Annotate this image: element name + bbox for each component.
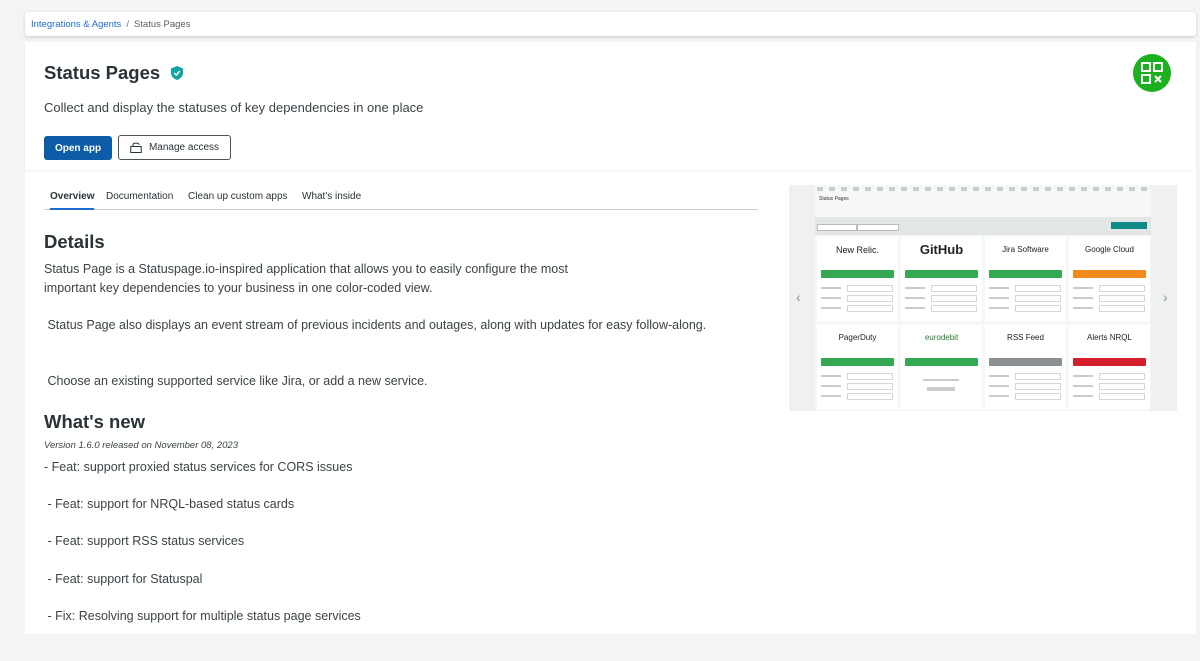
tile-status-pill xyxy=(989,358,1062,366)
page-subtitle: Collect and display the statuses of key … xyxy=(44,100,424,115)
app-logo-icon xyxy=(1133,54,1171,92)
tab-overview[interactable]: Overview xyxy=(50,191,95,210)
chevron-right-icon[interactable]: › xyxy=(1163,289,1168,305)
tile-name: Google Cloud xyxy=(1085,245,1134,254)
tile-name: PagerDuty xyxy=(838,333,877,342)
tile-status-pill xyxy=(905,358,978,366)
tile-name: GitHub xyxy=(919,242,964,257)
version-info: Version 1.6.0 released on November 08, 2… xyxy=(44,440,238,451)
main-content: Status Pages Collect and display the sta… xyxy=(25,42,1196,634)
tab-bar: Overview Documentation Clean up custom a… xyxy=(44,186,758,210)
app-header: Status Pages Collect and display the sta… xyxy=(25,42,1196,170)
tile-status-pill xyxy=(1073,270,1146,278)
details-paragraph: Status Page also displays an event strea… xyxy=(44,318,707,332)
tile-status-pill xyxy=(905,270,978,278)
breadcrumb-separator: / xyxy=(126,18,129,30)
tile-status-pill xyxy=(1073,358,1146,366)
tab-documentation[interactable]: Documentation xyxy=(106,191,173,210)
tile-status-pill xyxy=(821,270,894,278)
whats-new-heading: What's new xyxy=(44,411,146,432)
details-paragraph: Choose an existing supported service lik… xyxy=(44,374,428,388)
tab-clean-up-custom-apps[interactable]: Clean up custom apps xyxy=(188,191,288,210)
screenshot-nav-bar xyxy=(817,187,1147,191)
breadcrumb-link-integrations[interactable]: Integrations & Agents xyxy=(31,19,121,30)
manage-access-button[interactable]: Manage access xyxy=(118,135,231,160)
changelog-item: - Feat: support for Statuspal xyxy=(44,572,203,586)
verified-shield-icon xyxy=(171,66,183,80)
status-tile: Google Cloud xyxy=(1069,237,1150,321)
details-paragraph: Status Page is a Statuspage.io-inspired … xyxy=(44,262,568,295)
status-tile: eurodebit xyxy=(901,325,982,409)
status-tile: Jira Software xyxy=(985,237,1066,321)
page-title: Status Pages xyxy=(44,62,161,83)
manage-access-label: Manage access xyxy=(148,142,220,153)
changelog-item: - Feat: support for NRQL-based status ca… xyxy=(44,497,295,511)
tile-name: New Relic. xyxy=(835,245,879,255)
screenshot-carousel: ‹ Status Pages New Relic. GitHub Jira So… xyxy=(789,185,1177,411)
tile-status-pill xyxy=(989,270,1062,278)
tile-status-pill xyxy=(821,358,894,366)
changelog-item: - Fix: Resolving support for multiple st… xyxy=(44,609,361,623)
tile-name: Jira Software xyxy=(1002,245,1049,254)
chevron-left-icon[interactable]: ‹ xyxy=(796,289,801,305)
tile-name: RSS Feed xyxy=(1007,333,1044,342)
tile-name: eurodebit xyxy=(924,333,959,342)
tab-whats-inside[interactable]: What's inside xyxy=(302,191,361,210)
open-app-button[interactable]: Open app xyxy=(44,136,112,160)
app-screenshot[interactable]: Status Pages New Relic. GitHub Jira Soft… xyxy=(815,185,1151,411)
details-heading: Details xyxy=(44,231,105,252)
status-tile: GitHub xyxy=(901,237,982,321)
breadcrumb: Integrations & Agents / Status Pages xyxy=(25,12,1196,36)
breadcrumb-current: Status Pages xyxy=(133,18,191,30)
lock-icon xyxy=(130,142,142,153)
status-tile: RSS Feed xyxy=(985,325,1066,409)
status-tile: PagerDuty xyxy=(817,325,898,409)
screenshot-title: Status Pages xyxy=(819,196,849,202)
changelog-item: - Feat: support proxied status services … xyxy=(44,460,353,474)
screenshot-toolbar xyxy=(815,217,1151,235)
status-tile: New Relic. xyxy=(817,237,898,321)
status-tile: Alerts NRQL xyxy=(1069,325,1150,409)
tile-name: Alerts NRQL xyxy=(1087,333,1132,342)
changelog-item: - Feat: support RSS status services xyxy=(44,534,245,548)
